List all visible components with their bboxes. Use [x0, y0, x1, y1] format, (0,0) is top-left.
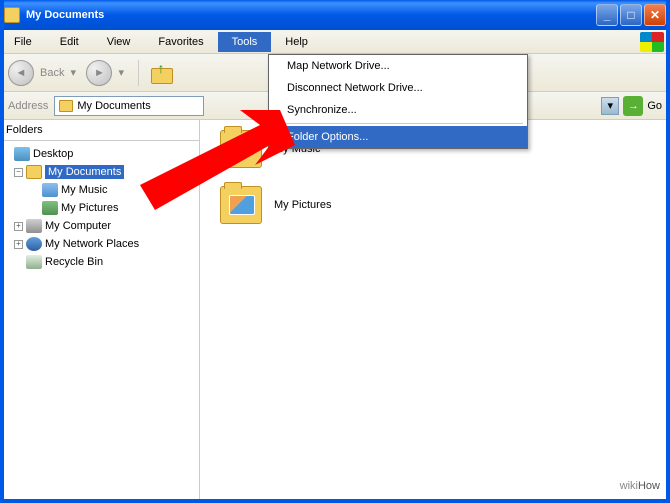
computer-icon: [26, 219, 42, 233]
menu-file[interactable]: File: [0, 32, 46, 52]
folder-tree: Desktop −My Documents My Music My Pictur…: [0, 141, 199, 275]
folder-my-pictures[interactable]: My Pictures: [220, 186, 650, 224]
menubar: File Edit View Favorites Tools Help: [0, 30, 670, 54]
close-button[interactable]: ✕: [644, 4, 666, 26]
expand-icon[interactable]: +: [14, 240, 23, 249]
back-dropdown-icon[interactable]: ▾: [70, 66, 80, 79]
pictures-folder-icon: [42, 201, 58, 215]
tree-my-computer[interactable]: +My Computer: [2, 217, 197, 235]
folder-icon: [59, 100, 73, 112]
menu-separator: [273, 123, 523, 124]
menu-view[interactable]: View: [93, 32, 145, 52]
expand-icon[interactable]: +: [14, 222, 23, 231]
menu-help[interactable]: Help: [271, 32, 322, 52]
back-label: Back: [40, 67, 64, 79]
go-button[interactable]: →: [623, 96, 643, 116]
menu-disconnect-network-drive[interactable]: Disconnect Network Drive...: [269, 77, 527, 99]
forward-dropdown-icon[interactable]: ▾: [118, 66, 128, 79]
up-folder-button[interactable]: ↑: [149, 60, 175, 86]
recycle-bin-icon: [26, 255, 42, 269]
folder-icon: [26, 165, 42, 179]
watermark: wikiHow: [620, 472, 660, 495]
folder-icon: [4, 7, 20, 23]
tree-my-pictures[interactable]: My Pictures: [2, 199, 197, 217]
forward-button[interactable]: ►: [86, 60, 112, 86]
menu-map-network-drive[interactable]: Map Network Drive...: [269, 55, 527, 77]
desktop-icon: [14, 147, 30, 161]
menu-folder-options[interactable]: Folder Options...: [269, 126, 527, 148]
network-icon: [26, 237, 42, 251]
titlebar: My Documents _ □ ✕: [0, 0, 670, 30]
menu-edit[interactable]: Edit: [46, 32, 93, 52]
menu-synchronize[interactable]: Synchronize...: [269, 99, 527, 121]
tree-my-music[interactable]: My Music: [2, 181, 197, 199]
sidebar: Folders Desktop −My Documents My Music M…: [0, 120, 200, 503]
sidebar-header: Folders: [0, 120, 199, 141]
window-buttons: _ □ ✕: [596, 4, 666, 26]
tools-dropdown-menu: Map Network Drive... Disconnect Network …: [268, 54, 528, 149]
music-folder-icon: [220, 130, 262, 168]
window-title: My Documents: [26, 9, 596, 21]
content-pane: My Music My Pictures: [200, 120, 670, 503]
tree-desktop[interactable]: Desktop: [2, 145, 197, 163]
tree-recycle-bin[interactable]: Recycle Bin: [2, 253, 197, 271]
folder-label: My Pictures: [274, 199, 331, 211]
tree-network-places[interactable]: +My Network Places: [2, 235, 197, 253]
tree-my-documents[interactable]: −My Documents: [2, 163, 197, 181]
collapse-icon[interactable]: −: [14, 168, 23, 177]
maximize-button[interactable]: □: [620, 4, 642, 26]
address-dropdown-button[interactable]: ▾: [601, 97, 619, 115]
address-label: Address: [8, 100, 48, 112]
menu-favorites[interactable]: Favorites: [144, 32, 217, 52]
go-label: Go: [647, 100, 662, 112]
windows-flag-icon: [640, 32, 664, 52]
music-folder-icon: [42, 183, 58, 197]
menu-tools[interactable]: Tools: [218, 32, 272, 52]
separator: [138, 60, 139, 86]
pictures-folder-icon: [220, 186, 262, 224]
address-path: My Documents: [77, 100, 150, 112]
minimize-button[interactable]: _: [596, 4, 618, 26]
address-input[interactable]: My Documents: [54, 96, 204, 116]
back-button[interactable]: ◄: [8, 60, 34, 86]
